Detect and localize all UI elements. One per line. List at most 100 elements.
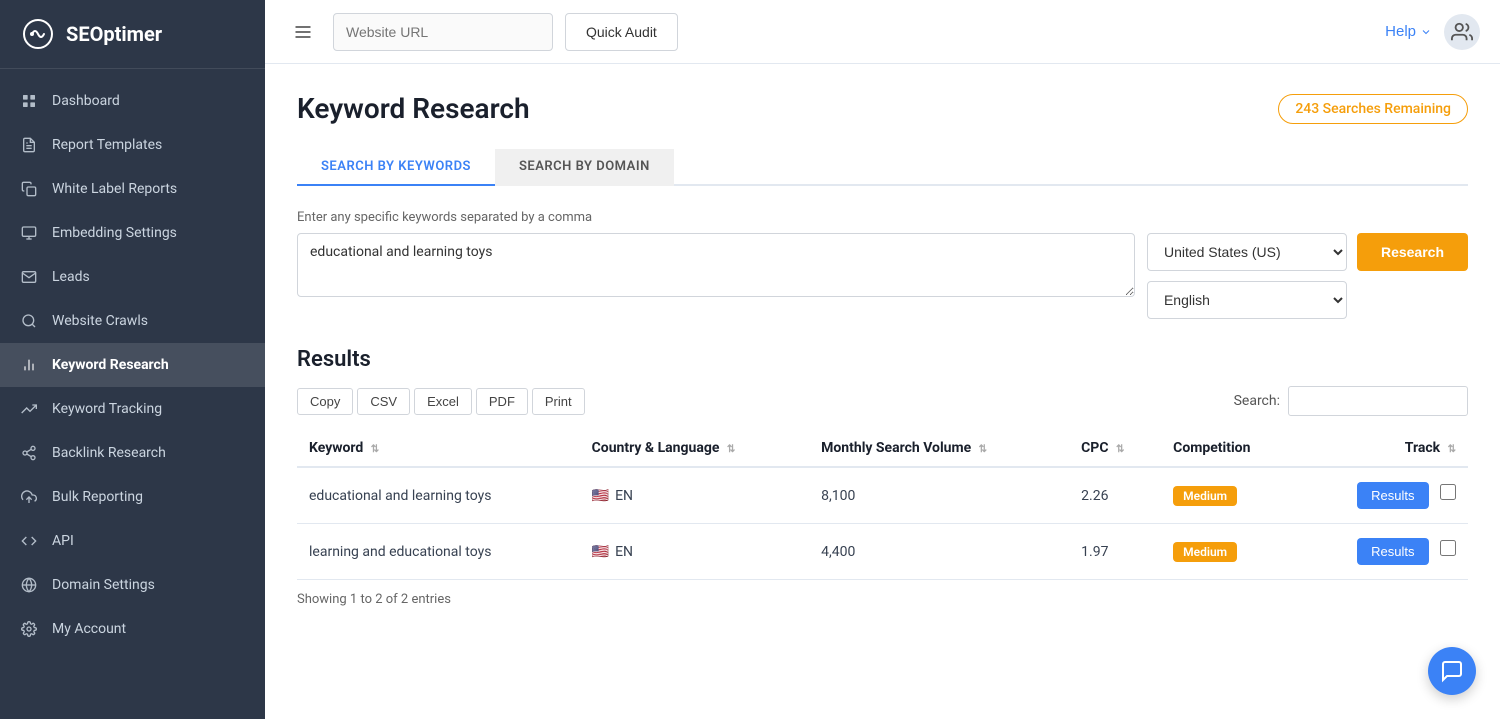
cell-monthly-volume: 8,100 (809, 467, 1069, 524)
track-checkbox-row0[interactable] (1440, 484, 1456, 500)
table-row: educational and learning toys 🇺🇸 EN 8,10… (297, 467, 1468, 524)
keyword-textarea[interactable]: educational and learning toys (297, 233, 1135, 297)
copy-button[interactable]: Copy (297, 388, 353, 415)
cell-monthly-volume: 4,400 (809, 524, 1069, 580)
sidebar-item-label: My Account (52, 621, 245, 637)
research-button[interactable]: Research (1357, 233, 1468, 271)
search-instruction: Enter any specific keywords separated by… (297, 210, 1468, 225)
competition-badge: Medium (1173, 486, 1237, 506)
results-table: Keyword ⇅ Country & Language ⇅ Monthly S… (297, 430, 1468, 580)
page-title: Keyword Research (297, 92, 530, 125)
cell-country-language: 🇺🇸 EN (580, 524, 809, 580)
tab-by-domain[interactable]: SEARCH BY DOMAIN (495, 149, 674, 186)
table-export-buttons: Copy CSV Excel PDF Print (297, 388, 585, 415)
col-track: Track ⇅ (1300, 430, 1468, 467)
research-row: United States (US) United Kingdom (UK) C… (1147, 233, 1468, 271)
sidebar-item-embedding-settings[interactable]: Embedding Settings (0, 211, 265, 255)
sidebar-item-label: White Label Reports (52, 181, 245, 197)
sidebar-item-backlink-research[interactable]: Backlink Research (0, 431, 265, 475)
sidebar-item-label: Leads (52, 269, 245, 285)
grid-icon (20, 92, 38, 110)
url-input[interactable] (333, 13, 553, 51)
sidebar: SEOptimer Dashboard Report Templates Whi… (0, 0, 265, 719)
sort-icon-cpc[interactable]: ⇅ (1116, 444, 1124, 455)
hamburger-button[interactable] (285, 14, 321, 50)
table-search-row: Search: (1234, 386, 1468, 416)
sort-icon-volume[interactable]: ⇅ (979, 444, 987, 455)
logo-text: SEOptimer (66, 22, 162, 46)
sidebar-item-white-label-reports[interactable]: White Label Reports (0, 167, 265, 211)
csv-button[interactable]: CSV (357, 388, 410, 415)
sidebar-item-api[interactable]: API (0, 519, 265, 563)
sidebar-item-label: Bulk Reporting (52, 489, 245, 505)
chat-button[interactable] (1428, 647, 1476, 695)
sidebar-item-website-crawls[interactable]: Website Crawls (0, 299, 265, 343)
tab-by-keywords[interactable]: SEARCH BY KEYWORDS (297, 149, 495, 186)
track-checkbox-row1[interactable] (1440, 540, 1456, 556)
excel-button[interactable]: Excel (414, 388, 472, 415)
sidebar-item-bulk-reporting[interactable]: Bulk Reporting (0, 475, 265, 519)
sidebar-item-label: Website Crawls (52, 313, 245, 329)
code-icon (20, 532, 38, 550)
cell-country-language: 🇺🇸 EN (580, 467, 809, 524)
cell-competition: Medium (1161, 467, 1300, 524)
results-button-row0[interactable]: Results (1357, 482, 1428, 509)
content-area: Keyword Research 243 Searches Remaining … (265, 64, 1500, 719)
competition-badge: Medium (1173, 542, 1237, 562)
print-button[interactable]: Print (532, 388, 585, 415)
cell-cpc: 1.97 (1069, 524, 1161, 580)
table-search-label: Search: (1234, 393, 1280, 409)
monitor-icon (20, 224, 38, 242)
cell-competition: Medium (1161, 524, 1300, 580)
sidebar-item-label: Embedding Settings (52, 225, 245, 241)
sidebar-item-leads[interactable]: Leads (0, 255, 265, 299)
sidebar-item-report-templates[interactable]: Report Templates (0, 123, 265, 167)
pdf-button[interactable]: PDF (476, 388, 528, 415)
flag-emoji: 🇺🇸 (592, 488, 609, 504)
language-select[interactable]: English Spanish French German (1147, 281, 1347, 319)
col-keyword: Keyword ⇅ (297, 430, 580, 467)
sidebar-item-domain-settings[interactable]: Domain Settings (0, 563, 265, 607)
sidebar-item-label: Keyword Tracking (52, 401, 245, 417)
main: Quick Audit Help Keyword Research 243 Se… (265, 0, 1500, 719)
sort-icon-track[interactable]: ⇅ (1448, 444, 1456, 455)
sort-icon-keyword[interactable]: ⇅ (371, 444, 379, 455)
cell-keyword: learning and educational toys (297, 524, 580, 580)
upload-cloud-icon (20, 488, 38, 506)
table-search-input[interactable] (1288, 386, 1468, 416)
mail-icon (20, 268, 38, 286)
sidebar-item-label: Report Templates (52, 137, 245, 153)
quick-audit-button[interactable]: Quick Audit (565, 13, 678, 51)
bar-chart-icon (20, 356, 38, 374)
share-icon (20, 444, 38, 462)
results-button-row1[interactable]: Results (1357, 538, 1428, 565)
topbar: Quick Audit Help (265, 0, 1500, 64)
col-monthly-search-volume: Monthly Search Volume ⇅ (809, 430, 1069, 467)
settings-icon (20, 620, 38, 638)
col-competition: Competition (1161, 430, 1300, 467)
logo-icon (20, 16, 56, 52)
cell-track: Results (1300, 467, 1468, 524)
sidebar-nav: Dashboard Report Templates White Label R… (0, 69, 265, 719)
sidebar-item-dashboard[interactable]: Dashboard (0, 79, 265, 123)
cell-cpc: 2.26 (1069, 467, 1161, 524)
language-code: EN (615, 488, 633, 504)
search-tabs: SEARCH BY KEYWORDS SEARCH BY DOMAIN (297, 149, 1468, 186)
country-select[interactable]: United States (US) United Kingdom (UK) C… (1147, 233, 1347, 271)
flag-emoji: 🇺🇸 (592, 544, 609, 560)
showing-entries-text: Showing 1 to 2 of 2 entries (297, 592, 1468, 607)
results-title: Results (297, 347, 1468, 372)
sidebar-item-label: Dashboard (52, 93, 245, 109)
sort-icon-country[interactable]: ⇅ (727, 444, 735, 455)
sidebar-item-label: Keyword Research (52, 357, 245, 373)
cell-track: Results (1300, 524, 1468, 580)
sidebar-item-label: Domain Settings (52, 577, 245, 593)
help-button[interactable]: Help (1385, 23, 1432, 40)
users-icon[interactable] (1444, 14, 1480, 50)
sidebar-item-keyword-research[interactable]: Keyword Research (0, 343, 265, 387)
content-header: Keyword Research 243 Searches Remaining (297, 92, 1468, 125)
sidebar-item-label: API (52, 533, 245, 549)
sidebar-item-keyword-tracking[interactable]: Keyword Tracking (0, 387, 265, 431)
sidebar-item-my-account[interactable]: My Account (0, 607, 265, 651)
table-row: learning and educational toys 🇺🇸 EN 4,40… (297, 524, 1468, 580)
